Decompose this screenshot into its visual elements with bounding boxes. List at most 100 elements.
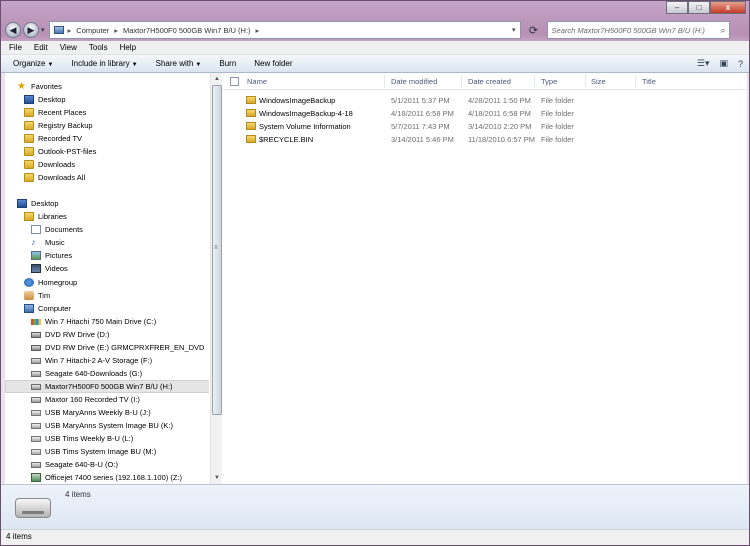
nav-drive-j[interactable]: USB MaryAnns Weekly B-U (J:) xyxy=(31,406,151,419)
star-icon: ★ xyxy=(17,81,26,92)
address-dropdown-icon[interactable]: ▾ xyxy=(512,26,516,34)
file-type: File folder xyxy=(541,109,574,118)
column-divider[interactable] xyxy=(585,75,586,88)
nav-lib-videos[interactable]: Videos xyxy=(31,262,68,275)
nav-fav-desktop[interactable]: Desktop xyxy=(24,93,66,106)
nav-favorites[interactable]: ★ Favorites xyxy=(17,80,62,93)
nav-drive-m[interactable]: USB Tims System Image BU (M:) xyxy=(31,445,156,458)
nav-fav-downloads-all[interactable]: Downloads All xyxy=(24,171,85,184)
select-all-checkbox[interactable] xyxy=(230,77,239,86)
folder-icon xyxy=(246,109,256,117)
nav-drive-k[interactable]: USB MaryAnns System Image BU (K:) xyxy=(31,419,173,432)
nav-drive-z[interactable]: Officejet 7400 series (192.168.1.100) (Z… xyxy=(31,471,182,484)
explorer-window: – □ x ◀ ▶ ▾ ▸ Computer ▸ Maxtor7H500F0 5… xyxy=(0,0,750,546)
nav-desktop[interactable]: Desktop xyxy=(17,197,59,210)
breadcrumb-sep-icon[interactable]: ▸ xyxy=(256,26,260,35)
organize-button[interactable]: Organize ▼ xyxy=(13,59,53,68)
folder-icon xyxy=(246,122,256,130)
nav-libraries[interactable]: Libraries xyxy=(24,210,67,223)
nav-label: Downloads xyxy=(38,160,76,169)
nav-computer[interactable]: Computer xyxy=(24,302,71,315)
column-date-created[interactable]: Date created xyxy=(468,77,511,86)
navigation-pane[interactable]: ★ Favorites Desktop Recent Places Registr… xyxy=(5,73,209,484)
view-options-icon[interactable]: ☰▾ xyxy=(697,58,710,69)
nav-user[interactable]: Tim xyxy=(24,289,50,302)
forward-button[interactable]: ▶ xyxy=(23,22,39,38)
nav-scrollbar[interactable]: ▲ ≡ ▼ xyxy=(210,73,222,484)
preview-pane-icon[interactable]: ▣ xyxy=(719,58,728,69)
search-icon[interactable]: ⌕ xyxy=(720,25,725,36)
nav-label: Videos xyxy=(45,264,68,273)
nav-drive-h[interactable]: Maxtor7H500F0 500GB Win7 B/U (H:) xyxy=(5,380,209,393)
file-name: WindowsImageBackup xyxy=(259,96,336,105)
column-divider[interactable] xyxy=(534,75,535,88)
menu-view[interactable]: View xyxy=(60,43,77,52)
nav-fav-recent-places[interactable]: Recent Places xyxy=(24,106,86,119)
column-title[interactable]: Title xyxy=(642,77,656,86)
burn-button[interactable]: Burn xyxy=(219,59,236,68)
nav-fav-outlook-pst[interactable]: Outlook-PST-files xyxy=(24,145,96,158)
nav-drive-f[interactable]: Win 7 Hitachi-2 A-V Storage (F:) xyxy=(31,354,152,367)
nav-label: Tim xyxy=(38,291,51,300)
nav-drive-d[interactable]: DVD RW Drive (D:) xyxy=(31,328,109,341)
file-date-created: 4/18/2011 6:58 PM xyxy=(468,109,531,118)
share-with-button[interactable]: Share with ▼ xyxy=(156,59,202,68)
menu-help[interactable]: Help xyxy=(120,43,136,52)
include-in-library-button[interactable]: Include in library ▼ xyxy=(71,59,137,68)
file-date-modified: 4/18/2011 6:58 PM xyxy=(391,109,454,118)
minimize-button[interactable]: – xyxy=(666,1,688,14)
music-icon: ♪ xyxy=(31,237,36,247)
menu-file[interactable]: File xyxy=(9,43,22,52)
breadcrumb-sep-icon[interactable]: ▸ xyxy=(114,26,118,35)
recent-pages-dropdown-icon[interactable]: ▾ xyxy=(41,26,45,34)
nav-fav-downloads[interactable]: Downloads xyxy=(24,158,75,171)
file-list[interactable]: Name Date modified Date created Type Siz… xyxy=(222,73,747,484)
nav-homegroup[interactable]: Homegroup xyxy=(24,276,77,289)
nav-label: Win 7 Hitachi 750 Main Drive (C:) xyxy=(45,317,157,326)
column-date-modified[interactable]: Date modified xyxy=(391,77,437,86)
column-type[interactable]: Type xyxy=(541,77,557,86)
file-row[interactable]: $RECYCLE.BIN 3/14/2011 5:46 PM 11/18/201… xyxy=(222,133,747,146)
nav-label: Maxtor7H500F0 500GB Win7 B/U (H:) xyxy=(45,382,173,391)
folder-icon xyxy=(24,147,34,156)
breadcrumb-computer[interactable]: Computer xyxy=(76,26,109,35)
nav-fav-recorded-tv[interactable]: Recorded TV xyxy=(24,132,82,145)
back-button[interactable]: ◀ xyxy=(5,22,21,38)
organize-label: Organize xyxy=(13,59,46,68)
breadcrumb-sep-icon[interactable]: ▸ xyxy=(68,26,72,35)
search-placeholder: Search Maxtor7H500F0 500GB Win7 B/U (H:) xyxy=(551,25,705,35)
nav-label: USB MaryAnns System Image BU (K:) xyxy=(45,421,173,430)
nav-drive-g[interactable]: Seagate 640-Downloads (G:) xyxy=(31,367,142,380)
column-divider[interactable] xyxy=(635,75,636,88)
refresh-icon[interactable]: ⟳ xyxy=(525,21,543,39)
menu-edit[interactable]: Edit xyxy=(34,43,48,52)
column-size[interactable]: Size xyxy=(591,77,606,86)
nav-fav-registry-backup[interactable]: Registry Backup xyxy=(24,119,93,132)
nav-drive-l[interactable]: USB Tims Weekly B-U (L:) xyxy=(31,432,133,445)
nav-drive-e[interactable]: DVD RW Drive (E:) GRMCPRXFRER_EN_DVD xyxy=(31,341,204,354)
file-row[interactable]: System Volume Information 5/7/2011 7:43 … xyxy=(222,120,747,133)
close-button[interactable]: x xyxy=(710,1,746,14)
file-row[interactable]: WindowsImageBackup 5/1/2011 5:37 PM 4/28… xyxy=(222,94,747,107)
address-bar[interactable]: ▸ Computer ▸ Maxtor7H500F0 500GB Win7 B/… xyxy=(48,21,521,39)
nav-lib-documents[interactable]: Documents xyxy=(31,223,83,236)
status-bar: 4 items xyxy=(1,529,749,545)
new-folder-button[interactable]: New folder xyxy=(254,59,292,68)
help-icon[interactable]: ? xyxy=(738,59,743,69)
file-row[interactable]: WindowsImageBackup-4-18 4/18/2011 6:58 P… xyxy=(222,107,747,120)
nav-lib-music[interactable]: ♪ Music xyxy=(31,236,65,249)
search-input[interactable]: Search Maxtor7H500F0 500GB Win7 B/U (H:)… xyxy=(546,21,730,39)
nav-drive-i[interactable]: Maxtor 160 Recorded TV (I:) xyxy=(31,393,140,406)
breadcrumb-drive[interactable]: Maxtor7H500F0 500GB Win7 B/U (H:) xyxy=(123,26,251,35)
nav-drive-o[interactable]: Seagate 640-B-U (O:) xyxy=(31,458,118,471)
file-type: File folder xyxy=(541,135,574,144)
nav-lib-pictures[interactable]: Pictures xyxy=(31,249,72,262)
chevron-down-icon: ▼ xyxy=(195,62,202,68)
nav-drive-c[interactable]: Win 7 Hitachi 750 Main Drive (C:) xyxy=(31,315,156,328)
column-divider[interactable] xyxy=(384,75,385,88)
column-name[interactable]: Name xyxy=(247,77,267,86)
column-divider[interactable] xyxy=(461,75,462,88)
nav-label: Libraries xyxy=(38,212,67,221)
maximize-button[interactable]: □ xyxy=(688,1,710,14)
menu-tools[interactable]: Tools xyxy=(89,43,108,52)
